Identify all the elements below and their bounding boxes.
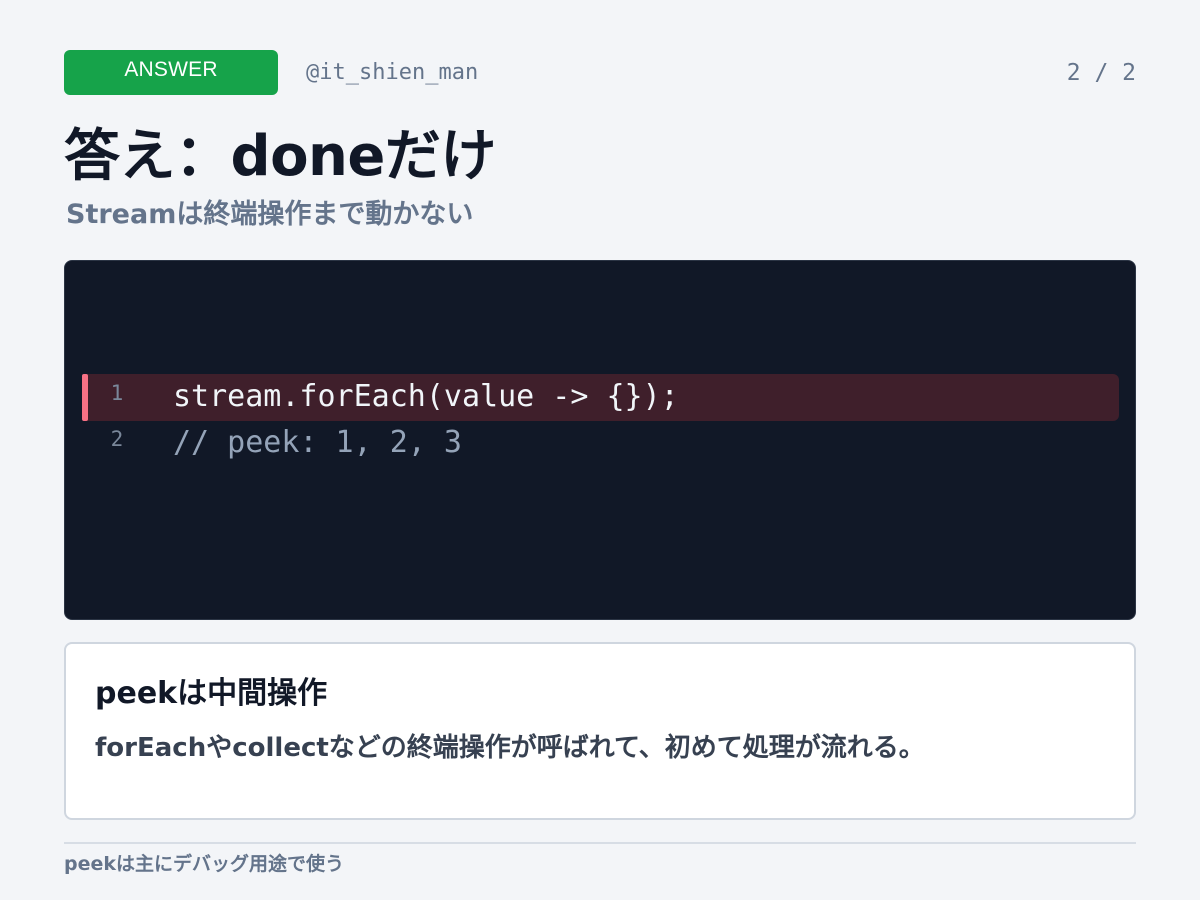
explanation-card: peekは中間操作 forEachやcollectなどの終端操作が呼ばれて、初め… [64,642,1136,820]
line-number: 1 [110,381,124,405]
page-title: 答え：doneだけ [64,124,496,189]
explanation-heading: peekは中間操作 [95,676,328,711]
line-number: 2 [110,427,124,451]
code-line-highlighted: 1 stream.forEach(value -> {}); [82,374,1119,421]
footer-note: peekは主にデバッグ用途で使う [64,853,345,875]
page-counter: 2 / 2 [1066,60,1136,86]
page-subtitle: Streamは終端操作まで動かない [66,199,474,230]
code-comment: // peek: 1, 2, 3 [173,425,462,460]
code-text: stream.forEach(value -> {}); [173,379,679,414]
answer-badge: ANSWER [64,50,278,95]
top-bar: ANSWER @it_shien_man 2 / 2 [64,50,1136,95]
code-block: 1 stream.forEach(value -> {}); 2 // peek… [64,260,1136,620]
explanation-body: forEachやcollectなどの終端操作が呼ばれて、初めて処理が流れる。 [95,733,925,763]
code-line: 2 // peek: 1, 2, 3 [82,420,1119,467]
author-handle: @it_shien_man [306,60,479,85]
footer-divider [64,842,1136,844]
highlight-marker [82,374,88,421]
